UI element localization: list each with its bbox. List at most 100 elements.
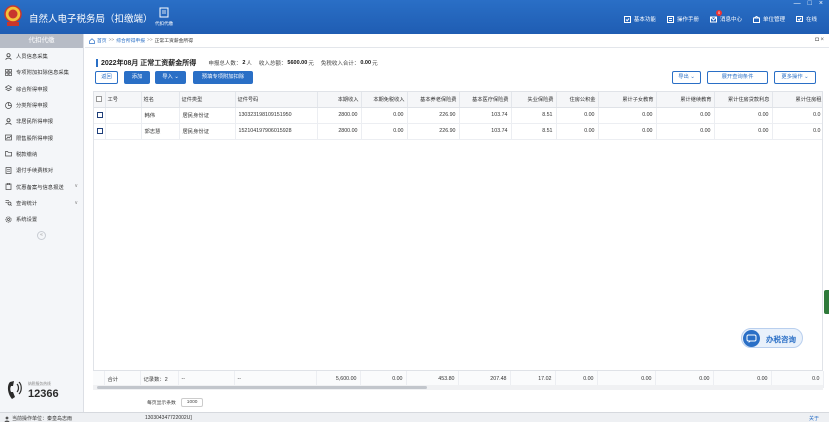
sidebar-item-restricted-stock[interactable]: 限售股所得申报 bbox=[0, 129, 83, 145]
column-header[interactable]: 本期收入 bbox=[317, 92, 362, 108]
nav-message-center-label: 消息中心 bbox=[719, 17, 742, 23]
income-total-label: 收入总额： bbox=[258, 61, 287, 67]
column-header[interactable]: 基本医疗保险费 bbox=[459, 92, 512, 108]
hotline-number: 12366 bbox=[28, 388, 59, 400]
folder-icon bbox=[5, 151, 12, 157]
nav-basic-function[interactable]: 基本功能 bbox=[623, 15, 656, 23]
select-all-checkbox[interactable] bbox=[94, 92, 106, 108]
unit-icon bbox=[752, 15, 760, 23]
cell-current-income: 2800.00 bbox=[317, 123, 362, 140]
about-link[interactable]: 关于 bbox=[809, 415, 819, 422]
layers-icon bbox=[5, 85, 12, 92]
user-icon bbox=[5, 118, 12, 125]
sidebar-item-system-settings[interactable]: 系统设置 bbox=[0, 211, 83, 227]
basic-function-icon bbox=[623, 15, 631, 23]
stock-icon bbox=[5, 134, 12, 141]
withholding-module-button[interactable]: 代扣代缴 bbox=[152, 7, 176, 27]
cell-medical: 103.74 bbox=[459, 123, 512, 140]
column-header[interactable]: 累计子女教育 bbox=[598, 92, 657, 108]
chevron-down-icon[interactable]: ∨ bbox=[74, 200, 78, 206]
table-row[interactable]: 韩伟 居民身份证 130323198109151950 2800.00 0.00… bbox=[94, 107, 822, 124]
column-header[interactable]: 失业保险费 bbox=[511, 92, 557, 108]
sidebar-item-nonresident-income[interactable]: 非居民所得申报 bbox=[0, 113, 83, 129]
close-button[interactable]: × bbox=[819, 0, 823, 7]
tab-controls[interactable]: ◘ × bbox=[815, 37, 824, 43]
expand-query-button[interactable]: 展开查询条件 bbox=[707, 71, 768, 84]
cell-employee-id bbox=[105, 107, 142, 124]
cell-child-education: 0.00 bbox=[598, 123, 657, 140]
clipboard-icon bbox=[5, 183, 12, 190]
cell-id-number: 130323198109151950 bbox=[235, 107, 318, 124]
column-header[interactable]: 工号 bbox=[105, 92, 142, 108]
more-actions-label: 更多操作 bbox=[781, 74, 803, 80]
sidebar-item-label: 查询统计 bbox=[16, 200, 38, 207]
column-header[interactable]: 累计住房租 bbox=[772, 92, 822, 108]
sidebar-item-classified-income[interactable]: 分类所得申报 bbox=[0, 97, 83, 113]
column-header[interactable]: 累计继续教育 bbox=[656, 92, 715, 108]
row-checkbox[interactable] bbox=[94, 123, 106, 140]
gear-icon bbox=[5, 216, 12, 223]
checkbox-icon bbox=[97, 127, 103, 134]
maximize-button[interactable]: □ bbox=[808, 0, 812, 7]
declare-count-unit: 人 bbox=[246, 61, 252, 67]
cell-pension: 226.90 bbox=[407, 107, 460, 124]
export-button[interactable]: 导出 ⌄ bbox=[672, 71, 701, 84]
tax-emblem-icon bbox=[4, 5, 22, 26]
sidebar-item-comprehensive-income[interactable]: 综合所得申报 bbox=[0, 81, 83, 97]
column-header[interactable]: 住房公积金 bbox=[556, 92, 599, 108]
nav-online-label: 在线 bbox=[805, 17, 817, 23]
sidebar-item-label: 专项附加扣除信息采集 bbox=[16, 70, 69, 77]
breadcrumb-comprehensive-income[interactable]: 综合所得申报 bbox=[116, 37, 145, 44]
column-header[interactable]: 本期免税收入 bbox=[361, 92, 408, 108]
page-size-label: 每页显示条数 bbox=[147, 401, 176, 406]
back-button[interactable]: 返回 bbox=[95, 71, 118, 84]
sidebar-item-preferential-filing[interactable]: 优惠备案与信息报送 ∨ bbox=[0, 178, 83, 194]
sidebar-item-query-statistics[interactable]: 查询统计 ∨ bbox=[0, 195, 83, 211]
nav-message-center[interactable]: 0 消息中心 bbox=[709, 10, 742, 23]
import-button[interactable]: 导入 ⌄ bbox=[155, 71, 186, 84]
column-header[interactable]: 累计住房贷款利息 bbox=[714, 92, 773, 108]
cell-child-education: 0.00 bbox=[598, 107, 657, 124]
column-header[interactable]: 基本养老保险费 bbox=[407, 92, 460, 108]
sidebar-item-label: 限售股所得申报 bbox=[16, 135, 54, 142]
horizontal-scrollbar[interactable] bbox=[93, 385, 823, 390]
prefill-special-deduction-button[interactable]: 预填专项附加扣除 bbox=[193, 71, 253, 84]
income-total-value: 5600.00 bbox=[287, 60, 308, 66]
column-header[interactable]: 证件号码 bbox=[235, 92, 318, 108]
more-actions-button[interactable]: 更多操作 ⌄ bbox=[774, 71, 816, 84]
import-button-label: 导入 bbox=[162, 74, 173, 80]
status-bar: 当前操作单位：秦皇岛志雨 130304347722002U] 关于 bbox=[0, 412, 829, 422]
minimize-button[interactable]: — bbox=[794, 0, 801, 7]
sidebar-item-refund-fee-check[interactable]: 退付手续费核对 bbox=[0, 162, 83, 178]
page-size-select[interactable]: 1000 bbox=[180, 398, 204, 407]
breadcrumb-current: 正常工资薪金所得 bbox=[154, 39, 194, 44]
table-row[interactable]: 郭志慧 居民身份证 152104197906015928 2800.00 0.0… bbox=[94, 123, 822, 140]
column-header[interactable]: 姓名 bbox=[141, 92, 180, 108]
breadcrumb-home[interactable]: 首页 bbox=[97, 37, 107, 44]
add-button[interactable]: 添加 bbox=[124, 71, 150, 84]
sidebar-item-label: 优惠备案与信息报送 bbox=[16, 184, 64, 191]
sidebar-collapse-button[interactable]: « bbox=[37, 231, 46, 241]
main-content: 首页 >> 综合所得申报 >> 正常工资薪金所得 ◘ × 2022年08月 正常… bbox=[85, 34, 829, 412]
current-unit: 当前操作单位：秦皇岛志雨 bbox=[4, 415, 72, 422]
sidebar-item-special-deduction[interactable]: 专项附加扣除信息采集 bbox=[0, 64, 83, 80]
nav-manual[interactable]: 操作手册 bbox=[666, 15, 699, 23]
nav-unit-management[interactable]: 单位管理 bbox=[752, 15, 785, 23]
table-header-row: 工号 姓名 证件类型 证件号码 本期收入 本期免税收入 基本养老保险费 基本医疗… bbox=[94, 92, 822, 108]
chat-icon bbox=[743, 330, 760, 347]
cell-pension: 226.90 bbox=[407, 123, 460, 140]
sidebar-item-tax-payment[interactable]: 税款缴纳 bbox=[0, 146, 83, 162]
cell-exempt-income: 0.00 bbox=[361, 107, 408, 124]
row-checkbox[interactable] bbox=[94, 107, 106, 124]
side-edge-tab[interactable] bbox=[824, 290, 829, 314]
column-header[interactable]: 证件类型 bbox=[179, 92, 236, 108]
cell-housing-rent: 0.0 bbox=[772, 107, 822, 124]
sidebar-item-personnel-info[interactable]: 人员信息采集 bbox=[0, 48, 83, 64]
nav-online[interactable]: 在线 bbox=[795, 15, 817, 23]
cell-medical: 103.74 bbox=[459, 107, 512, 124]
nav-basic-function-label: 基本功能 bbox=[633, 17, 656, 23]
scrollbar-thumb[interactable] bbox=[97, 386, 427, 389]
chevron-down-icon[interactable]: ∨ bbox=[74, 183, 78, 189]
tax-consult-button[interactable]: 办税咨询 bbox=[741, 328, 803, 348]
document-icon bbox=[5, 166, 12, 174]
